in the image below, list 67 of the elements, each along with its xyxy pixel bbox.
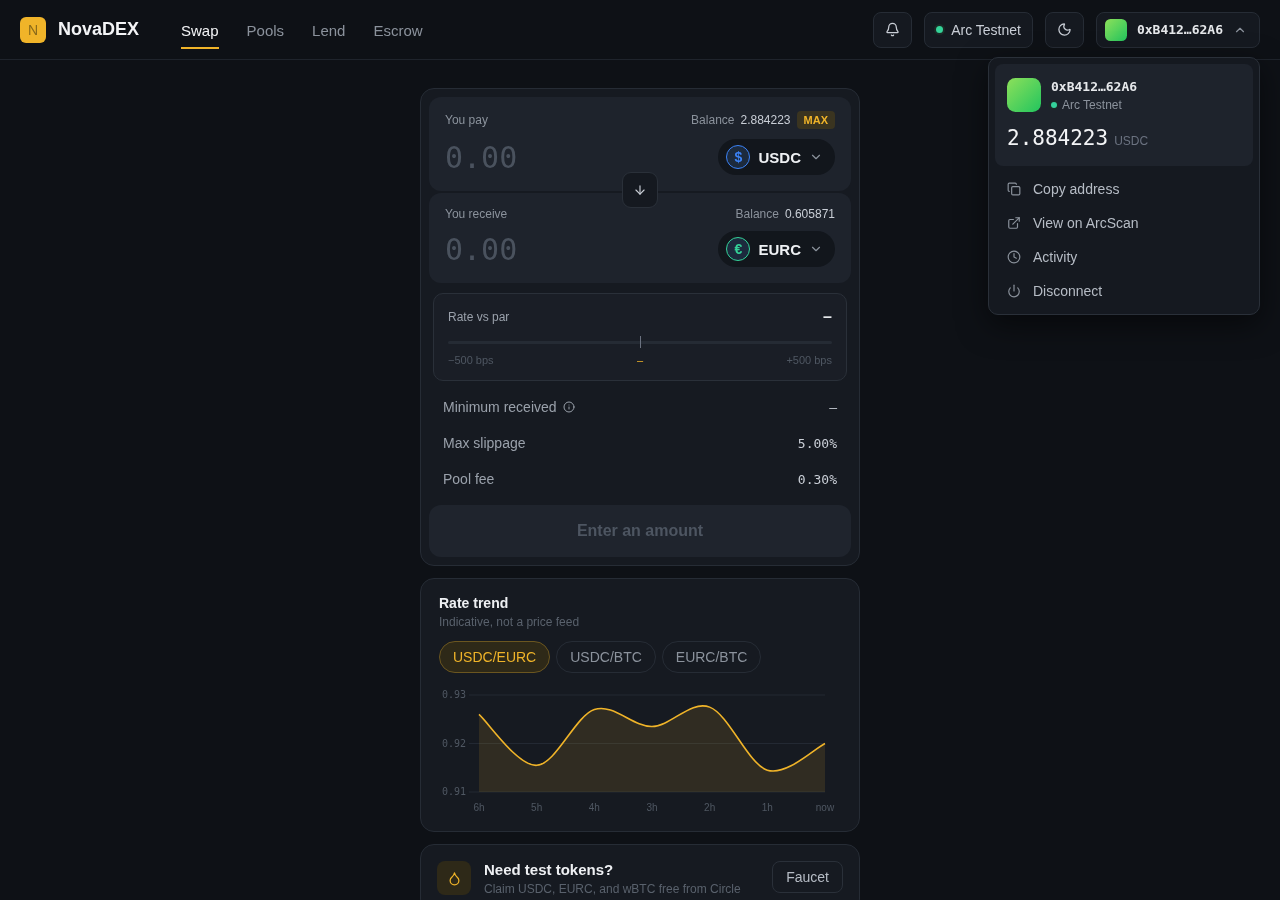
nav-tab[interactable]: Swap	[181, 14, 219, 49]
nav-tab[interactable]: Lend	[312, 14, 346, 49]
pair-tab[interactable]: USDC/EURC	[439, 641, 551, 673]
card-title: Rate trend	[439, 595, 510, 611]
wallet-button[interactable]: 0xB412…62A6	[1095, 11, 1260, 48]
scale-label: −500 bps	[448, 354, 494, 366]
menu-item[interactable]: Disconnect	[995, 274, 1253, 308]
token-selector[interactable]: € EURC	[718, 231, 835, 267]
clock-icon	[1007, 250, 1021, 264]
nav-tab[interactable]: Escrow	[373, 14, 423, 49]
card-subtitle: Indicative, not a price feed	[439, 615, 581, 629]
wallet-avatar	[1104, 18, 1127, 41]
faucet-button[interactable]: Faucet	[772, 861, 843, 893]
wallet-balance: 2.884223	[1007, 126, 1109, 150]
notifications-button[interactable]	[873, 11, 913, 48]
token-icon: $	[726, 145, 751, 169]
rate-value: –	[823, 308, 832, 326]
menu-item[interactable]: Activity	[995, 240, 1253, 274]
copy-icon	[1007, 182, 1021, 196]
brand-name: NovaDEX	[58, 19, 140, 40]
detail-label: Pool fee	[443, 471, 495, 487]
info-icon	[562, 401, 575, 413]
balance-value: 0.605871	[784, 207, 835, 221]
axis-label: 5h	[531, 802, 543, 813]
swap-direction-button[interactable]	[622, 172, 658, 208]
rate-deviation: –	[636, 354, 644, 366]
panel-label: You pay	[445, 113, 488, 127]
axis-label: 3h	[646, 802, 658, 813]
network-name: Arc Testnet	[1062, 97, 1122, 112]
detail-value: –	[829, 399, 837, 415]
menu-item[interactable]: Copy address	[995, 172, 1253, 206]
wallet-avatar	[1007, 78, 1041, 112]
axis-label: 0.93	[441, 689, 466, 700]
wallet-address: 0xB412…62A6	[1051, 78, 1138, 94]
card-title: Need test tokens?	[484, 861, 615, 878]
detail-value: 0.30%	[797, 471, 837, 487]
external-link-icon	[1007, 216, 1021, 230]
bell-icon	[885, 22, 901, 37]
balance-unit: USDC	[1114, 134, 1149, 148]
axis-label: now	[815, 802, 835, 813]
balance-label: Balance	[691, 113, 735, 127]
network-button[interactable]: Arc Testnet	[924, 11, 1033, 48]
theme-button[interactable]	[1044, 11, 1084, 48]
panel-label: You receive	[445, 207, 508, 221]
max-button[interactable]: MAX	[796, 111, 835, 129]
menu-item[interactable]: View on ArcScan	[995, 206, 1253, 240]
axis-label: 1h	[761, 802, 773, 813]
nav-tab[interactable]: Pools	[246, 14, 285, 49]
scale-label: +500 bps	[786, 354, 832, 366]
detail-value: 5.00%	[797, 435, 837, 451]
moon-icon	[1056, 22, 1072, 37]
axis-label: 4h	[588, 802, 600, 813]
token-selector[interactable]: $ USDC	[718, 139, 835, 175]
droplet-icon	[437, 861, 471, 895]
axis-label: 2h	[704, 802, 716, 813]
card-text: Claim USDC, EURC, and wBTC free from Circle	[484, 882, 741, 896]
logo: N	[20, 16, 46, 43]
axis-label: 0.91	[441, 786, 466, 797]
axis-label: 0.92	[441, 737, 466, 749]
power-icon	[1007, 284, 1021, 298]
balance-label: Balance	[735, 207, 779, 221]
balance-value: 2.884223	[740, 113, 791, 127]
rate-label: Rate vs par	[448, 310, 510, 324]
detail-label: Max slippage	[443, 435, 526, 451]
token-icon: €	[726, 237, 751, 261]
axis-label: 6h	[473, 802, 485, 813]
detail-label: Minimum received	[443, 399, 557, 415]
